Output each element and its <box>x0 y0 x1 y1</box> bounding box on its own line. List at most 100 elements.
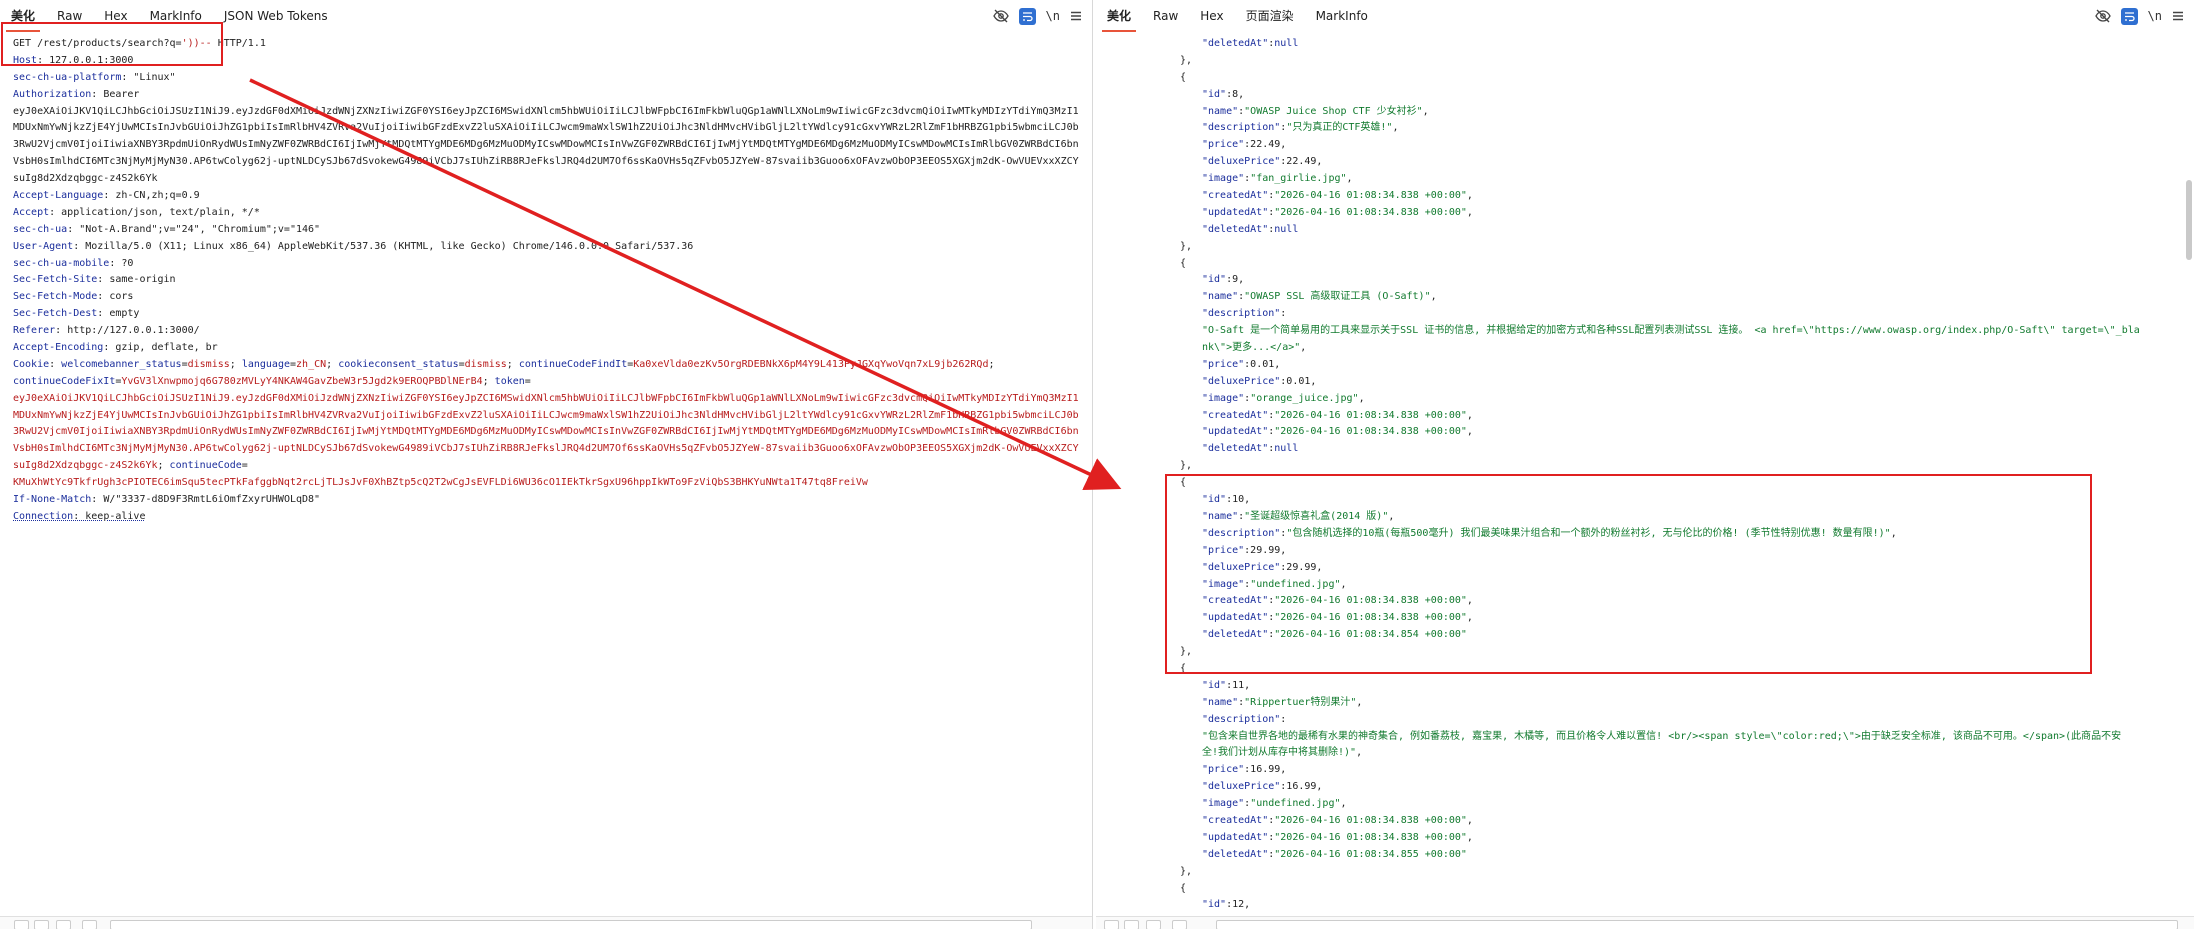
response-editor[interactable]: "deletedAt":null},{"id":8, "name":"OWASP … <box>1096 36 2194 915</box>
request-search-bar <box>0 916 1092 929</box>
response-token: "id" <box>1202 679 1227 691</box>
response-token: "deluxePrice" <box>1202 156 1281 168</box>
request-tab-pretty[interactable]: 美化 <box>0 0 46 32</box>
response-token: "Rippertuer特别果汁" <box>1244 696 1357 708</box>
request-token: sec-ch-ua-platform <box>13 71 122 83</box>
response-token: "OWASP Juice Shop CTF 少女衬衫" <box>1244 105 1423 117</box>
response-tab-pretty[interactable]: 美化 <box>1096 0 1142 32</box>
response-line: "deletedAt":"2026-04-16 01:08:34.855 +00… <box>1096 847 2194 864</box>
response-tab-markinfo[interactable]: MarkInfo <box>1305 0 1379 32</box>
help-icon[interactable] <box>14 920 29 929</box>
request-tab-raw[interactable]: Raw <box>46 0 93 32</box>
response-token: }, <box>1180 646 1193 658</box>
response-line: "createdAt":"2026-04-16 01:08:34.838 +00… <box>1096 813 2194 830</box>
response-scrollbar[interactable] <box>2186 180 2192 260</box>
response-search-input[interactable] <box>1216 920 2178 929</box>
show-newlines-button[interactable]: \n <box>1046 9 1060 23</box>
eye-off-icon[interactable] <box>2094 8 2111 24</box>
request-editor[interactable]: GET /rest/products/search?q='))-- HTTP/1… <box>0 36 1092 915</box>
response-tab-raw[interactable]: Raw <box>1142 0 1189 32</box>
response-line: "updatedAt":"2026-04-16 01:08:34.838 +00… <box>1096 610 2194 627</box>
eye-off-icon[interactable] <box>992 8 1009 24</box>
response-token: "undefined.jpg" <box>1250 798 1341 810</box>
response-line: "O-Saft 是一个简单易用的工具来显示关于SSL 证书的信息, 并根据给定的… <box>1096 323 2194 340</box>
response-search-bar <box>1096 916 2194 929</box>
help-icon[interactable] <box>1104 920 1119 929</box>
request-line: Cookie: welcomebanner_status=dismiss; la… <box>0 357 1092 374</box>
request-tab-jwt[interactable]: JSON Web Tokens <box>213 0 339 32</box>
response-token: "deluxePrice" <box>1202 375 1281 387</box>
response-token: "updatedAt" <box>1202 426 1269 438</box>
menu-icon[interactable] <box>2172 10 2184 22</box>
response-line: }, <box>1096 53 2194 70</box>
forward-icon[interactable] <box>1172 920 1187 929</box>
response-pane: 美化 Raw Hex 页面渲染 MarkInfo \n "deletedAt":… <box>1096 0 2194 929</box>
back-icon[interactable] <box>1146 920 1161 929</box>
response-token: "2026-04-16 01:08:34.838 +00:00" <box>1274 831 1467 843</box>
response-token: "updatedAt" <box>1202 206 1269 218</box>
request-tab-hex[interactable]: Hex <box>93 0 138 32</box>
response-token: "name" <box>1202 291 1239 303</box>
request-search-input[interactable] <box>110 920 1032 929</box>
response-token: "2026-04-16 01:08:34.838 +00:00" <box>1274 206 1467 218</box>
response-token: }, <box>1180 240 1193 252</box>
response-token: "deletedAt" <box>1202 443 1269 455</box>
response-token: :22.49, <box>1244 139 1287 151</box>
response-token: , <box>1466 206 1473 218</box>
request-line: sec-ch-ua-platform: "Linux" <box>0 70 1092 87</box>
wrap-lines-icon[interactable] <box>2120 7 2138 25</box>
wrap-lines-icon[interactable] <box>1018 7 1036 25</box>
response-line: "createdAt":"2026-04-16 01:08:34.838 +00… <box>1096 408 2194 425</box>
request-token: 3RwU2VjcmV0IjoiIiwiaXNBY3RpdmUiOnRydWUsI… <box>13 426 1079 438</box>
request-token: cookieconsent_status <box>338 358 459 370</box>
response-toolbar: \n <box>2094 0 2184 32</box>
request-token: continueCodeFixIt <box>13 375 116 387</box>
response-tab-render[interactable]: 页面渲染 <box>1235 0 1305 32</box>
request-token: : Bearer <box>91 88 140 100</box>
response-line: }, <box>1096 644 2194 661</box>
request-line: Authorization: Bearer <box>0 87 1092 104</box>
request-line: Accept: application/json, text/plain, */… <box>0 205 1092 222</box>
response-token: "name" <box>1202 105 1239 117</box>
response-token: "image" <box>1202 173 1245 185</box>
response-token: "description" <box>1202 527 1281 539</box>
response-token: , <box>1466 409 1473 421</box>
response-token: "2026-04-16 01:08:34.838 +00:00" <box>1274 612 1467 624</box>
settings-icon[interactable] <box>1124 920 1139 929</box>
response-token: "id" <box>1202 274 1227 286</box>
response-line: "description": <box>1096 712 2194 729</box>
request-token: zh_CN <box>296 358 327 370</box>
request-token: : Mozilla/5.0 (X11; Linux x86_64) AppleW… <box>73 240 694 252</box>
response-token: :12, <box>1226 899 1251 911</box>
request-token: Sec-Fetch-Site <box>13 274 98 286</box>
back-icon[interactable] <box>56 920 71 929</box>
request-token: : ?0 <box>109 257 134 269</box>
response-tab-hex[interactable]: Hex <box>1189 0 1234 32</box>
response-line: "id":8, <box>1096 87 2194 104</box>
response-token: , <box>1340 798 1347 810</box>
request-toolbar: \n <box>992 0 1082 32</box>
response-token: : <box>1280 308 1287 320</box>
response-token: "2026-04-16 01:08:34.838 +00:00" <box>1274 595 1467 607</box>
response-line: "deletedAt":null <box>1096 222 2194 239</box>
response-line: "createdAt":"2026-04-16 01:08:34.838 +00… <box>1096 188 2194 205</box>
request-token: = <box>524 375 531 387</box>
settings-icon[interactable] <box>34 920 49 929</box>
request-line: sec-ch-ua: "Not-A.Brand";v="24", "Chromi… <box>0 222 1092 239</box>
request-token: YvGV3lXnwpmojq6G780zMVLyY4NKAW4GavZbeW3r… <box>121 375 483 387</box>
show-newlines-button[interactable]: \n <box>2148 9 2162 23</box>
response-token: , <box>1466 814 1473 826</box>
response-token: nk\">更多...</a>" <box>1202 342 1301 354</box>
response-token: "2026-04-16 01:08:34.838 +00:00" <box>1274 426 1467 438</box>
request-line: suIg8d2Xdzqbggc-z4S2k6Yk; continueCode= <box>0 458 1092 475</box>
response-token: "2026-04-16 01:08:34.838 +00:00" <box>1274 814 1467 826</box>
menu-icon[interactable] <box>1070 10 1082 22</box>
response-token: "name" <box>1202 510 1239 522</box>
response-token: "deletedAt" <box>1202 629 1269 641</box>
response-token: "createdAt" <box>1202 190 1269 202</box>
forward-icon[interactable] <box>82 920 97 929</box>
response-token: :0.01, <box>1280 375 1317 387</box>
response-token: , <box>1300 342 1307 354</box>
request-tab-markinfo[interactable]: MarkInfo <box>139 0 213 32</box>
response-token: "只为真正的CTF英雄!" <box>1286 122 1393 134</box>
